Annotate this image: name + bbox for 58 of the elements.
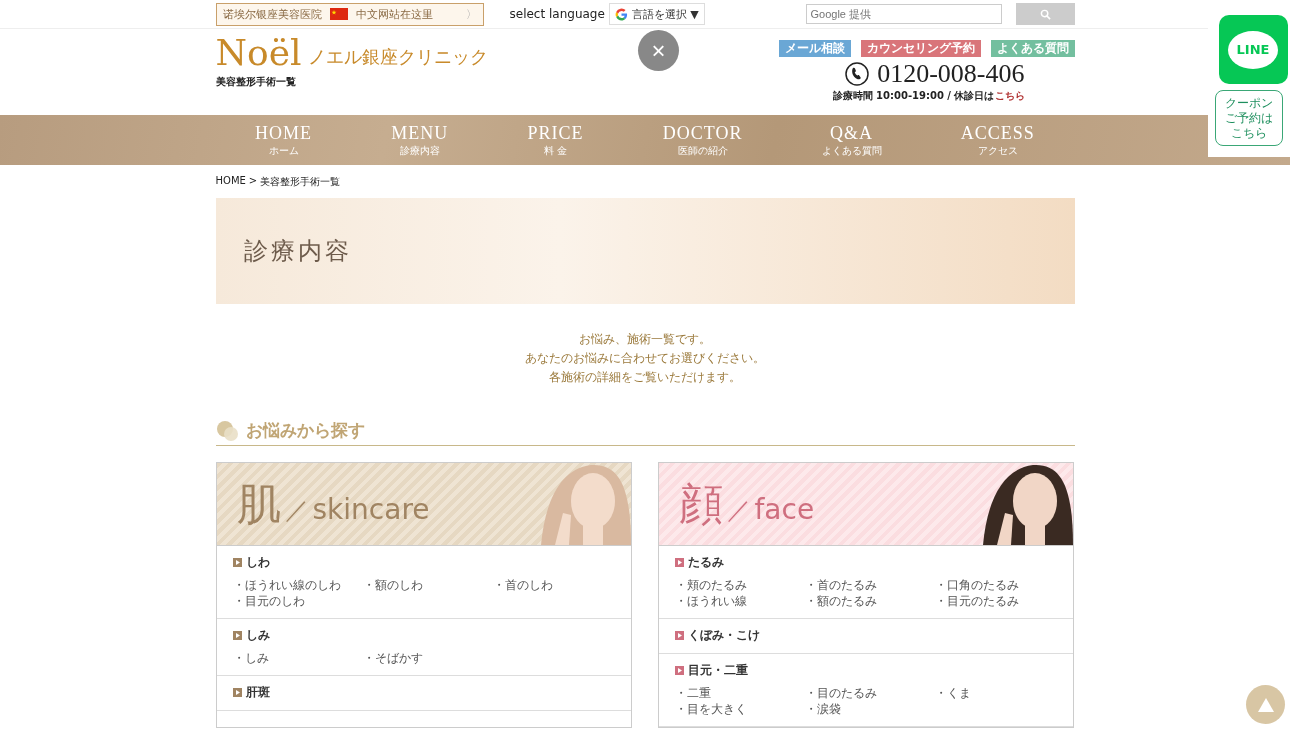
page-subtitle: 美容整形手術一覧	[215, 75, 297, 89]
intro-text: お悩み、施術一覧です。	[578, 331, 712, 348]
up-triangle-icon	[1257, 697, 1274, 712]
intro-text: 各施術の詳細をご覧いただけます。	[548, 369, 742, 386]
intro-text: あなたのお悩みに合わせてお選びください。	[524, 350, 766, 367]
card-title: 顔／face	[677, 482, 815, 526]
treatment-link[interactable]: ・目元のしわ	[232, 593, 363, 609]
breadcrumb-link[interactable]: HOME	[215, 175, 246, 189]
breadcrumb-current: 美容整形手術一覧	[260, 175, 341, 189]
banner-title: 診療内容	[243, 236, 352, 267]
language-select[interactable]: 言語を選択 ▼	[608, 3, 705, 25]
treatment-link[interactable]: ・そばかす	[362, 650, 493, 666]
section-title: お悩みから探す	[245, 419, 365, 442]
chinese-site-link[interactable]: 诺埃尔银座美容医院 中文网站在这里 〉	[215, 2, 484, 26]
treatment-link[interactable]: ・二重	[674, 685, 805, 701]
treatment-link[interactable]: ・頬のたるみ	[674, 577, 805, 593]
square-bullet-icon	[232, 631, 242, 640]
category-heading[interactable]: しみ	[245, 627, 270, 644]
close-button[interactable]: ×	[638, 30, 679, 71]
treatment-link[interactable]: ・額のしわ	[362, 577, 493, 593]
treatment-link[interactable]: ・目を大きく	[674, 701, 805, 717]
treatment-link[interactable]: ・ほうれい線	[674, 593, 805, 609]
treatment-link[interactable]: ・しみ	[232, 650, 363, 666]
treatment-link[interactable]: ・額のたるみ	[804, 593, 935, 609]
category-heading[interactable]: 目元・二重	[687, 662, 748, 679]
treatment-link[interactable]: ・首のしわ	[492, 577, 623, 593]
square-bullet-icon	[674, 631, 684, 640]
clinic-name: ノエル銀座クリニック	[307, 45, 488, 69]
category-heading[interactable]: くぼみ・こけ	[687, 627, 760, 644]
breadcrumb-separator: >	[248, 175, 258, 188]
circles-icon	[215, 419, 240, 442]
treatment-link[interactable]: ・首のたるみ	[804, 577, 935, 593]
scroll-top-button[interactable]	[1246, 685, 1285, 724]
coupon-button[interactable]: クーポン ご予約は こちら	[1215, 90, 1283, 146]
square-bullet-icon	[232, 688, 242, 697]
google-g-icon	[614, 7, 628, 21]
holiday-link[interactable]: こちら	[994, 90, 1025, 101]
language-label: select language	[509, 7, 605, 21]
square-bullet-icon	[674, 558, 684, 567]
treatment-link[interactable]: ・ほうれい線のしわ	[232, 577, 363, 593]
category-heading[interactable]: たるみ	[687, 554, 724, 571]
treatment-link[interactable]: ・涙袋	[804, 701, 935, 717]
phone-icon	[845, 62, 870, 86]
square-bullet-icon	[232, 558, 242, 567]
card-title: 肌／skincare	[235, 482, 430, 526]
treatment-link[interactable]: ・目のたるみ	[804, 685, 935, 701]
search-button[interactable]	[1015, 3, 1075, 25]
square-bullet-icon	[674, 666, 684, 675]
flag-icon	[329, 8, 348, 20]
treatment-link[interactable]: ・目元のたるみ	[934, 593, 1065, 609]
search-field[interactable]: Google 提供	[805, 4, 1002, 24]
business-hours: 診療時間 10:00-19:00 / 休診日はこちら	[832, 89, 1025, 103]
search-icon	[1039, 8, 1051, 20]
category-heading[interactable]: しわ	[245, 554, 270, 571]
treatment-link[interactable]: ・口角のたるみ	[934, 577, 1065, 593]
category-heading[interactable]: 肝斑	[245, 684, 270, 701]
phone-number: 0120-008-406	[877, 59, 1025, 89]
treatment-link[interactable]: ・くま	[934, 685, 1065, 701]
